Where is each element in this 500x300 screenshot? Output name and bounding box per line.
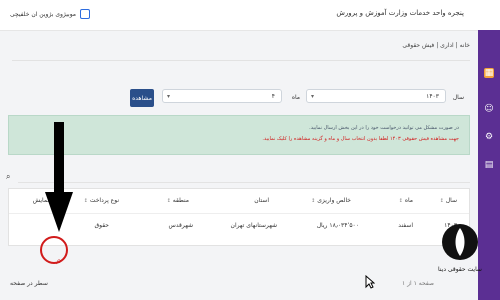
people-icon[interactable]: ☺ — [484, 104, 494, 114]
cell-region: شهرقدس — [168, 222, 193, 229]
table-row-divider — [9, 213, 469, 214]
watermark-text: سایت حقوقی دینا — [438, 266, 482, 273]
year-value: ۱۴۰۳ — [426, 92, 439, 100]
breadcrumb: خانه | اداری | فیش حقوقی — [402, 42, 470, 49]
chevron-down-icon: ▾ — [311, 93, 315, 100]
watermark: سایت حقوقی دینا — [430, 222, 490, 292]
alert-line-2: جهت مشاهده فیش حقوقی ۱۴۰۳ لطفا بدون انتخ… — [262, 136, 459, 142]
dashboard-icon[interactable]: ▦ — [484, 68, 494, 78]
col-province[interactable]: استان — [254, 197, 269, 204]
search-icon: ⌕ — [6, 172, 11, 181]
cell-province: شهرستانهای تهران — [230, 222, 277, 229]
rows-per-page[interactable]: سطر در صفحه — [10, 280, 48, 287]
chevron-down-icon: ▾ — [167, 93, 171, 100]
brand: موبیژوی بژوین ان خلفیچی — [10, 9, 91, 19]
top-bar: پنجره واحد خدمات وزارت آموزش و پرورش موب… — [0, 0, 500, 31]
alert: در صورت مشکل می توانید درخواست خود را در… — [8, 115, 470, 155]
view-button[interactable]: مشاهده — [130, 89, 154, 107]
col-region[interactable]: منطقه↕ — [167, 197, 189, 204]
app-title: پنجره واحد خدمات وزارت آموزش و پرورش — [336, 9, 464, 17]
alert-line-1: در صورت مشکل می توانید درخواست خود را در… — [309, 125, 459, 131]
brand-logo-icon — [80, 9, 91, 19]
year-select[interactable]: ۱۴۰۳ ▾ — [306, 89, 446, 103]
cell-payment-type: حقوق — [94, 222, 110, 229]
pagination: سطر در صفحه صفحه ۱ از ۱ — [0, 276, 478, 296]
main-content: خانه | اداری | فیش حقوقی سال ۱۴۰۳ ▾ ماه … — [0, 30, 478, 300]
col-month[interactable]: ماه↕ — [399, 197, 413, 204]
divider — [12, 60, 470, 61]
settings-icon[interactable]: ⚙ — [484, 132, 494, 142]
salary-table: سال↕ ماه↕ خالص واریزی↕ استان منطقه↕ نوع … — [8, 188, 470, 246]
watermark-logo-icon — [442, 224, 478, 260]
col-net-pay[interactable]: خالص واریزی↕ — [311, 197, 351, 204]
search-icon[interactable]: ⌕ — [51, 254, 67, 270]
cell-month: اسفند — [398, 222, 413, 229]
month-value: ۴ — [271, 92, 275, 100]
month-label: ماه — [291, 94, 300, 101]
mouse-pointer-icon — [365, 275, 375, 289]
calendar-icon[interactable]: ▤ — [484, 160, 494, 170]
col-year[interactable]: سال↕ — [440, 197, 457, 204]
cell-net-pay: ۱۸٫۰۳۴٬۵۰۰ ریال — [316, 222, 359, 229]
search-underline — [18, 182, 470, 183]
month-select[interactable]: ۴ ▾ — [162, 89, 282, 103]
col-payment-type[interactable]: نوع پرداخت↕ — [84, 197, 119, 204]
year-label: سال — [452, 94, 464, 101]
brand-text: موبیژوی بژوین ان خلفیچی — [10, 10, 77, 18]
down-arrow-icon — [45, 122, 73, 232]
